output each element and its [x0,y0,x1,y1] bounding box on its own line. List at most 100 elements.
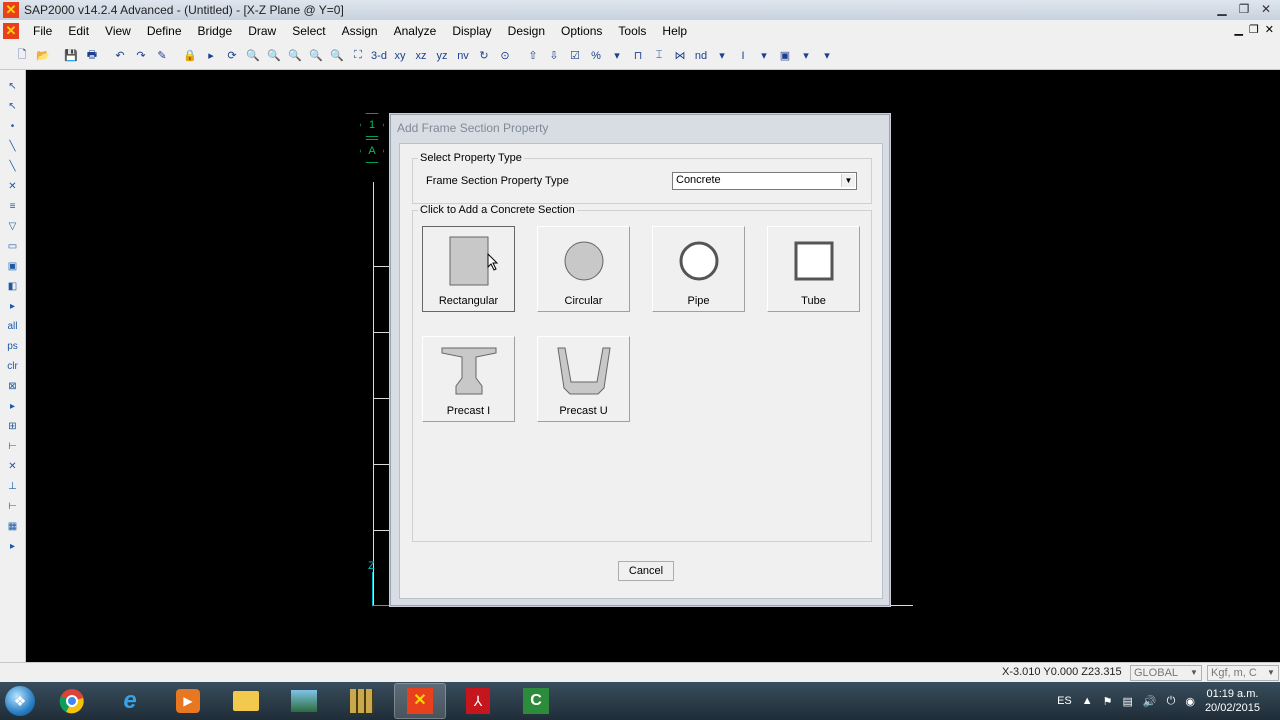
perspective-icon[interactable]: ⊙ [495,46,515,66]
precast-u-section-button[interactable]: Precast U [537,336,630,422]
update-icon[interactable]: ◉ [1185,695,1195,708]
toolbar-overflow-icon[interactable]: ▾ [607,46,627,66]
menu-options[interactable]: Options [553,24,610,38]
ie-taskbar-button[interactable]: e [104,683,156,719]
snap-ends-icon[interactable]: ⊢ [3,436,23,456]
view-nv-button[interactable]: nv [453,46,473,66]
snap-fine-grid-icon[interactable]: ▦ [3,516,23,536]
draw-poly-area-icon[interactable]: ▽ [3,216,23,236]
view-xz-button[interactable]: xz [411,46,431,66]
chevron-down-icon[interactable]: ▼ [841,174,855,187]
intersect-icon[interactable]: ⊠ [3,376,23,396]
rectangular-section-button[interactable]: Rectangular [422,226,515,312]
nd-button[interactable]: nd [691,46,711,66]
run-analysis-icon[interactable]: ▸ [201,46,221,66]
mdi-close-icon[interactable]: ✕ [1265,23,1274,36]
frame-icon[interactable]: ⊓ [628,46,648,66]
menu-file[interactable]: File [25,24,60,38]
pan-icon[interactable]: 🔍 [327,46,347,66]
coord-system-select[interactable]: GLOBAL ▼ [1130,665,1202,681]
snap-perpendicular-icon[interactable]: ⊥ [3,476,23,496]
expand-icon[interactable]: ▸ [3,536,23,556]
property-type-select[interactable]: Concrete ▼ [672,172,857,190]
display-options-icon[interactable]: ▣ [775,46,795,66]
menu-tools[interactable]: Tools [610,24,654,38]
toolbar-overflow-icon[interactable]: ▾ [817,46,837,66]
full-view-icon[interactable]: ⛶ [348,46,368,66]
language-indicator[interactable]: ES [1057,695,1072,707]
view-3d-button[interactable]: 3-d [369,46,389,66]
dropdown-icon[interactable]: ▾ [754,46,774,66]
percent-icon[interactable]: % [586,46,606,66]
frame-load-icon[interactable]: ⋈ [670,46,690,66]
draw-link-icon[interactable]: ≡ [3,196,23,216]
sap2000-taskbar-button[interactable]: ✕ [394,683,446,719]
frame-label-icon[interactable]: ⌶ [649,46,669,66]
zoom-in-icon[interactable]: 🔍 [285,46,305,66]
refresh-view-icon[interactable]: ⟳ [222,46,242,66]
print-icon[interactable]: 🖶 [82,46,102,66]
expand-icon[interactable]: ▸ [3,396,23,416]
expand-icon[interactable]: ▸ [3,296,23,316]
media-player-taskbar-button[interactable]: ▶ [162,683,214,719]
previous-selection-button[interactable]: ps [3,336,23,356]
move-up-icon[interactable]: ⇧ [523,46,543,66]
pointer-icon[interactable]: ↖ [3,76,23,96]
menu-view[interactable]: View [97,24,139,38]
menu-design[interactable]: Design [500,24,553,38]
toolbar-overflow-icon[interactable]: ▾ [712,46,732,66]
brace-icon[interactable]: ✕ [3,176,23,196]
move-down-icon[interactable]: ⇩ [544,46,564,66]
zoom-restore-icon[interactable]: 🔍 [264,46,284,66]
new-file-icon[interactable]: 🗋 [12,46,32,66]
save-icon[interactable]: 💾 [61,46,81,66]
view-xy-button[interactable]: xy [390,46,410,66]
clear-selection-button[interactable]: clr [3,356,23,376]
close-icon[interactable]: ✕ [1256,1,1276,17]
circular-section-button[interactable]: Circular [537,226,630,312]
quick-area-icon[interactable]: ▣ [3,256,23,276]
clock[interactable]: 01:19 a.m. 20/02/2015 [1205,687,1260,715]
menu-assign[interactable]: Assign [334,24,386,38]
acrobat-taskbar-button[interactable]: ⅄ [452,683,504,719]
app-taskbar-button[interactable] [278,683,330,719]
mdi-minimize-icon[interactable]: ▁ [1234,23,1242,36]
mdi-restore-icon[interactable]: ❐ [1249,23,1259,36]
action-center-icon[interactable]: ⚑ [1103,695,1113,708]
units-select[interactable]: Kgf, m, C ▼ [1207,665,1279,681]
chevron-down-icon[interactable]: ▼ [1265,667,1277,679]
reshape-icon[interactable]: ↖ [3,96,23,116]
menu-draw[interactable]: Draw [240,24,284,38]
snap-lines-icon[interactable]: ⊢ [3,496,23,516]
draw-rect-area-icon[interactable]: ▭ [3,236,23,256]
section-icon[interactable]: I [733,46,753,66]
menu-help[interactable]: Help [654,24,695,38]
sap2000-app-icon[interactable]: ✕ [3,2,19,18]
menu-define[interactable]: Define [139,24,190,38]
zoom-out-icon[interactable]: 🔍 [306,46,326,66]
chrome-taskbar-button[interactable] [46,683,98,719]
start-button[interactable]: ❖ [0,682,40,720]
snap-points-icon[interactable]: ⊞ [3,416,23,436]
pencil-icon[interactable]: ✎ [152,46,172,66]
check-icon[interactable]: ☑ [565,46,585,66]
dropdown-icon[interactable]: ▾ [796,46,816,66]
rotate-view-icon[interactable]: ↻ [474,46,494,66]
cancel-button[interactable]: Cancel [618,561,674,581]
explorer-taskbar-button[interactable] [220,683,272,719]
view-yz-button[interactable]: yz [432,46,452,66]
pipe-section-button[interactable]: Pipe [652,226,745,312]
menu-display[interactable]: Display [444,24,499,38]
select-all-button[interactable]: all [3,316,23,336]
document-icon[interactable]: ✕ [3,23,19,39]
menu-analyze[interactable]: Analyze [386,24,445,38]
app-taskbar-button[interactable] [336,683,388,719]
power-icon[interactable]: ⏻ [1167,695,1176,708]
zoom-window-icon[interactable]: 🔍 [243,46,263,66]
precast-i-section-button[interactable]: Precast I [422,336,515,422]
draw-point-icon[interactable]: • [3,116,23,136]
menu-edit[interactable]: Edit [60,24,97,38]
snap-intersect-icon[interactable]: ✕ [3,456,23,476]
chevron-down-icon[interactable]: ▼ [1188,667,1200,679]
draw-solid-icon[interactable]: ◧ [3,276,23,296]
